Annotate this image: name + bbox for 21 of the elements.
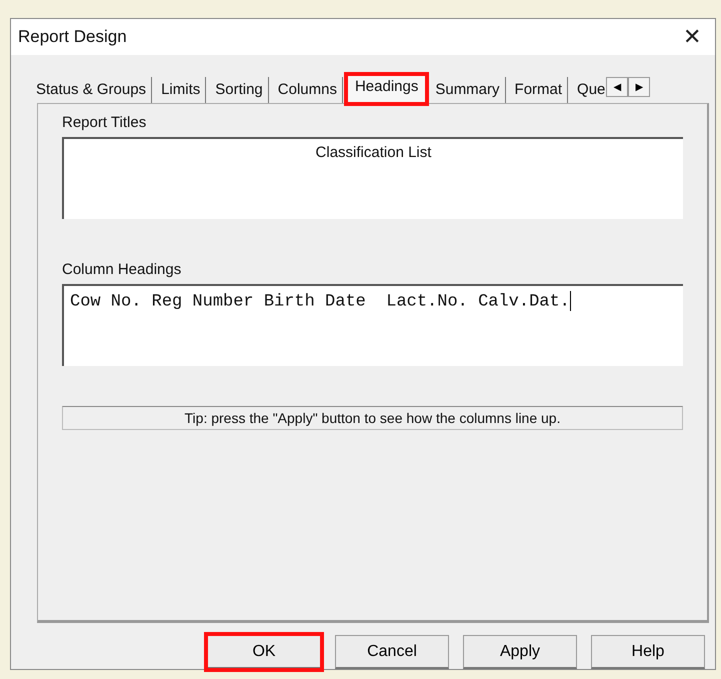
- dialog-button[interactable]: Help: [591, 635, 705, 669]
- field-label: Report Titles: [62, 114, 148, 131]
- tab[interactable]: Format: [510, 77, 568, 103]
- tab[interactable]: Columns: [272, 77, 343, 103]
- dialog-button[interactable]: Apply: [463, 635, 577, 669]
- tab[interactable]: Que: [572, 77, 606, 103]
- tab-scroll-button[interactable]: ◀: [606, 77, 628, 97]
- tab[interactable]: Summary: [430, 77, 506, 103]
- column-headings-field[interactable]: Cow No. Reg Number Birth Date Lact.No. Calv.Dat.: [62, 284, 683, 366]
- tip-text: Tip: press the "Apply" button to see how the columns line up.: [62, 406, 683, 430]
- report-titles-field[interactable]: Classification List: [62, 137, 683, 219]
- window-title: Report Design: [18, 27, 127, 47]
- dialog-button[interactable]: Cancel: [335, 635, 449, 669]
- field-label: Column Headings: [62, 261, 182, 278]
- tab[interactable]: Status & Groups: [31, 77, 152, 103]
- tab-scroll-button[interactable]: ▶: [628, 77, 650, 97]
- close-button[interactable]: ✕: [679, 24, 705, 50]
- tab[interactable]: Limits: [156, 77, 206, 103]
- tab[interactable]: Headings: [346, 75, 426, 103]
- dialog-button[interactable]: OK: [207, 635, 321, 669]
- tab[interactable]: Sorting: [210, 77, 269, 103]
